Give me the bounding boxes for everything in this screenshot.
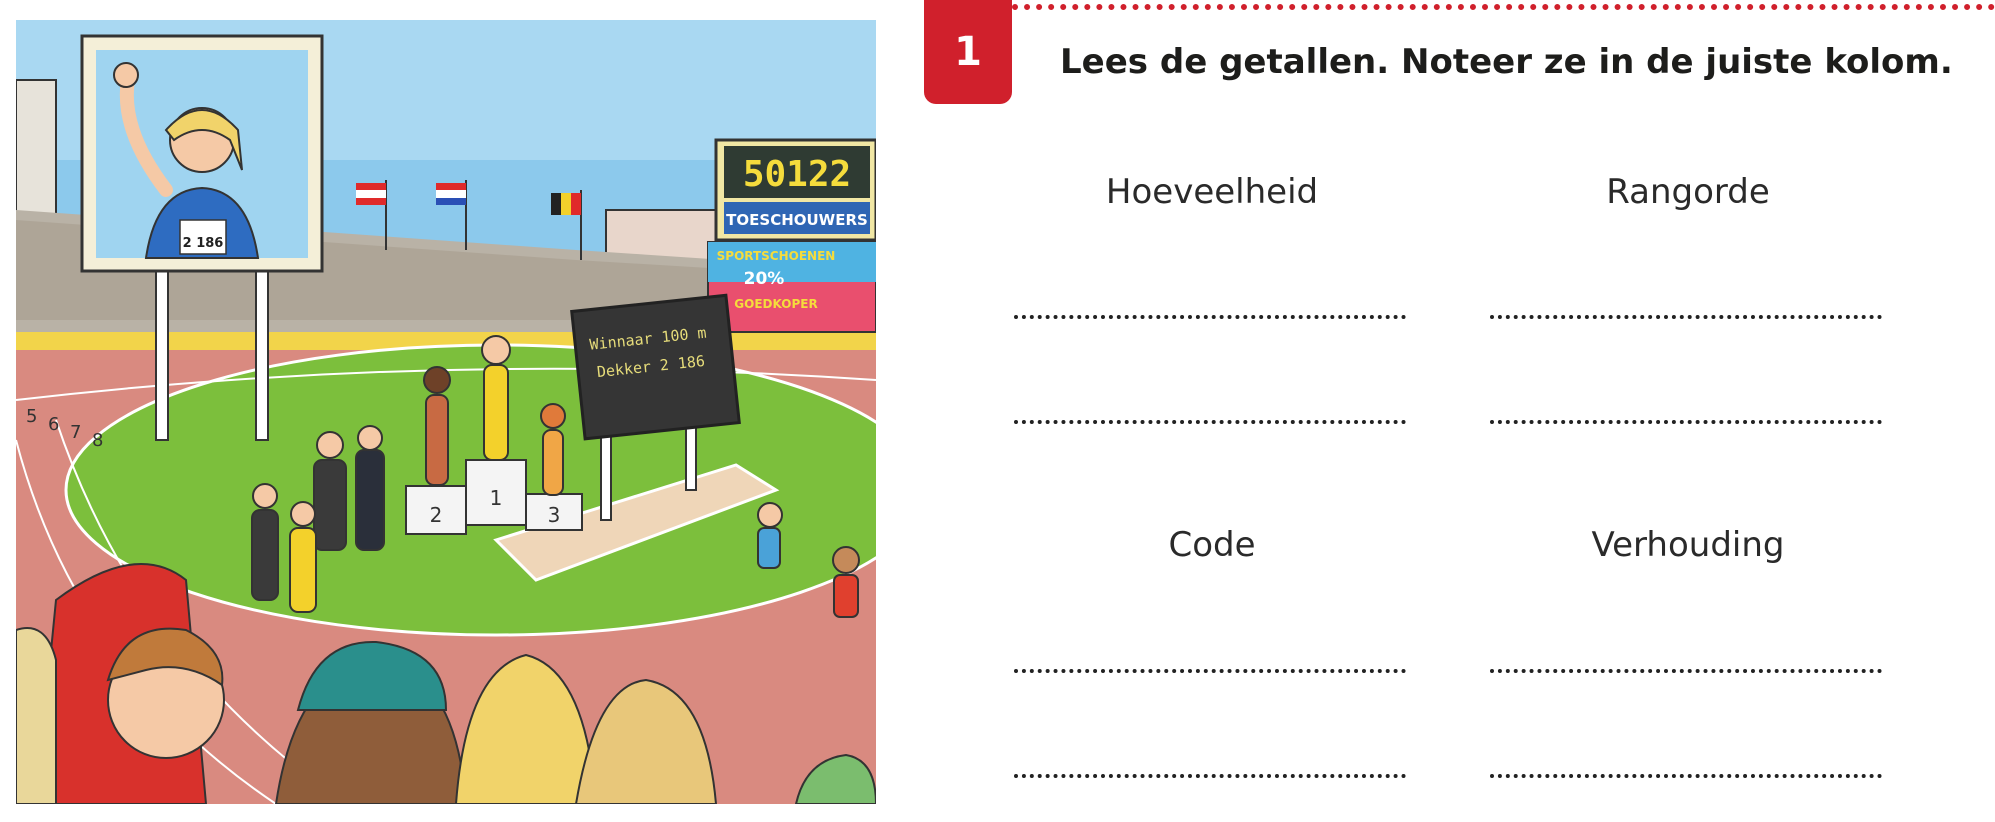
ad-line-3: GOEDKOPER xyxy=(734,297,817,311)
answer-line[interactable] xyxy=(1490,315,1882,319)
exercise-number-badge: 1 xyxy=(924,0,1012,104)
answer-line[interactable] xyxy=(1014,420,1406,424)
answer-line[interactable] xyxy=(1014,774,1406,778)
podium-second: 2 xyxy=(430,503,443,527)
podium-third: 3 xyxy=(548,503,561,527)
stadium-illustration: 2 186 50122 TOESCHOUWERS SPORTSCHOENEN 2… xyxy=(16,20,876,804)
exercise-instruction: Lees de getallen. Noteer ze in de juiste… xyxy=(1060,42,1953,82)
column-heading-verhouding: Verhouding xyxy=(1591,525,1785,565)
ad-line-2: 20% xyxy=(744,269,785,289)
bib-number: 2 186 xyxy=(183,236,224,251)
answer-line[interactable] xyxy=(1014,315,1406,319)
answer-line[interactable] xyxy=(1490,420,1882,424)
answer-line[interactable] xyxy=(1014,669,1406,673)
lane-number-8: 8 xyxy=(92,430,103,451)
spectator-label: TOESCHOUWERS xyxy=(726,211,868,229)
top-dotted-border xyxy=(1012,4,1995,10)
column-heading-hoeveelheid: Hoeveelheid xyxy=(1105,172,1319,212)
answer-line[interactable] xyxy=(1490,774,1882,778)
answer-line[interactable] xyxy=(1490,669,1882,673)
column-heading-rangorde: Rangorde xyxy=(1606,172,1770,212)
podium-first: 1 xyxy=(490,486,503,510)
lane-number-6: 6 xyxy=(48,414,59,435)
ad-line-1: SPORTSCHOENEN xyxy=(717,249,836,263)
lane-number-7: 7 xyxy=(70,422,81,443)
spectator-count: 50122 xyxy=(743,154,851,195)
column-heading-code: Code xyxy=(1168,525,1256,565)
lane-number-5: 5 xyxy=(26,406,37,427)
